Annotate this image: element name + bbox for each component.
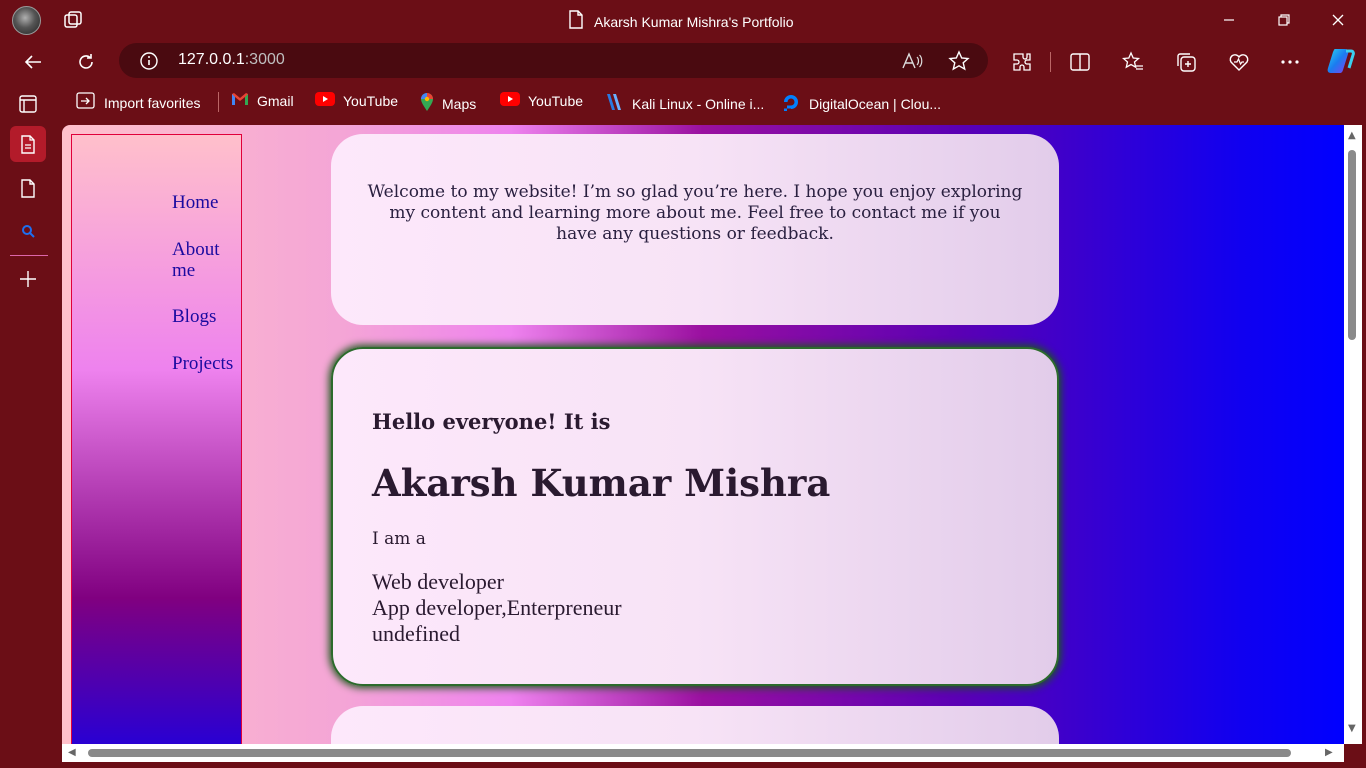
intro-text: I am a [372, 529, 426, 549]
window-title: Akarsh Kumar Mishra's Portfolio [594, 13, 794, 30]
vertical-scroll-thumb[interactable] [1348, 150, 1356, 340]
more-options-button[interactable] [1276, 48, 1304, 76]
site-info-icon[interactable] [139, 51, 159, 75]
greeting-heading: Hello everyone! It is [372, 409, 611, 434]
url-text[interactable]: 127.0.0.1:3000 [178, 51, 285, 69]
copilot-icon[interactable] [1325, 45, 1357, 77]
role-item: Web developer [372, 569, 504, 594]
import-icon [76, 92, 96, 113]
role-item: App developer,Enterpreneur [372, 595, 622, 620]
sidebar-search-icon[interactable] [10, 213, 46, 249]
nav-link-projects[interactable]: Projects [172, 353, 242, 374]
collections-button[interactable] [1172, 48, 1200, 76]
welcome-text: Welcome to my website! I’m so glad you’r… [367, 182, 1023, 244]
scroll-left-arrow-icon[interactable]: ◀ [68, 748, 76, 758]
minimize-button[interactable] [1206, 0, 1252, 40]
welcome-card: Welcome to my website! I’m so glad you’r… [331, 134, 1059, 325]
favorites-bar: Import favorites Gmail YouTube Maps YouT… [0, 84, 1366, 120]
scroll-up-arrow-icon[interactable]: ▲ [1348, 131, 1356, 141]
favorite-kali-linux[interactable]: Kali Linux - Online i... [604, 92, 764, 115]
intro-card: Hello everyone! It is Akarsh Kumar Mishr… [331, 347, 1059, 686]
digitalocean-icon [781, 92, 801, 115]
favorites-button[interactable] [1119, 48, 1147, 76]
tab-actions-icon[interactable] [62, 9, 84, 31]
scroll-down-arrow-icon[interactable]: ▼ [1348, 724, 1356, 734]
nav-link-about-me[interactable]: About me [172, 239, 242, 281]
extensions-button[interactable] [1008, 48, 1036, 76]
profile-avatar[interactable] [12, 6, 41, 35]
split-screen-button[interactable] [1066, 48, 1094, 76]
site-navigation: Home About me Blogs Projects [71, 134, 242, 744]
role-item: undefined [372, 621, 460, 646]
favorite-digitalocean[interactable]: DigitalOcean | Clou... [781, 92, 941, 115]
horizontal-scrollbar[interactable]: ◀ ▶ [62, 744, 1344, 762]
scroll-right-arrow-icon[interactable]: ▶ [1325, 748, 1333, 758]
maps-icon [420, 92, 434, 115]
kali-icon [604, 92, 624, 115]
favorite-import[interactable]: Import favorites [76, 92, 200, 113]
next-card [331, 706, 1059, 744]
read-aloud-icon[interactable] [901, 51, 923, 75]
favorite-youtube-2[interactable]: YouTube [500, 92, 583, 109]
favorite-maps[interactable]: Maps [420, 92, 476, 115]
page-icon [568, 10, 584, 33]
toolbar-divider [1050, 52, 1051, 72]
address-bar[interactable]: 127.0.0.1:3000 [119, 43, 988, 78]
page-viewport: Home About me Blogs Projects Welcome to … [62, 125, 1344, 744]
sidebar-tab-active[interactable] [10, 126, 46, 162]
vertical-tabs-button[interactable] [10, 86, 46, 122]
favorite-gmail[interactable]: Gmail [231, 92, 294, 109]
tab-title: Akarsh Kumar Mishra's Portfolio [568, 10, 794, 33]
back-button[interactable] [19, 48, 47, 76]
title-bar: Akarsh Kumar Mishra's Portfolio [0, 0, 1366, 40]
favorites-divider [218, 92, 219, 112]
refresh-button[interactable] [72, 48, 100, 76]
youtube-icon [315, 92, 335, 109]
name-heading: Akarsh Kumar Mishra [372, 461, 831, 505]
sidebar-tab-page[interactable] [10, 170, 46, 206]
youtube-icon [500, 92, 520, 109]
favorite-star-icon[interactable] [948, 50, 970, 76]
nav-link-home[interactable]: Home [172, 192, 242, 213]
roles-list: Web developer App developer,Enterpreneur… [372, 569, 622, 647]
favorite-youtube-1[interactable]: YouTube [315, 92, 398, 109]
nav-link-blogs[interactable]: Blogs [172, 306, 242, 327]
new-tab-button[interactable] [10, 261, 46, 297]
browser-essentials-button[interactable] [1225, 48, 1253, 76]
navigation-toolbar: 127.0.0.1:3000 [0, 40, 1366, 82]
sidebar-divider [10, 255, 48, 256]
horizontal-scroll-thumb[interactable] [88, 749, 1291, 757]
vertical-scrollbar[interactable]: ▲ ▼ [1344, 125, 1362, 744]
gmail-icon [231, 92, 249, 109]
close-button[interactable] [1315, 0, 1361, 40]
restore-button[interactable] [1261, 0, 1307, 40]
